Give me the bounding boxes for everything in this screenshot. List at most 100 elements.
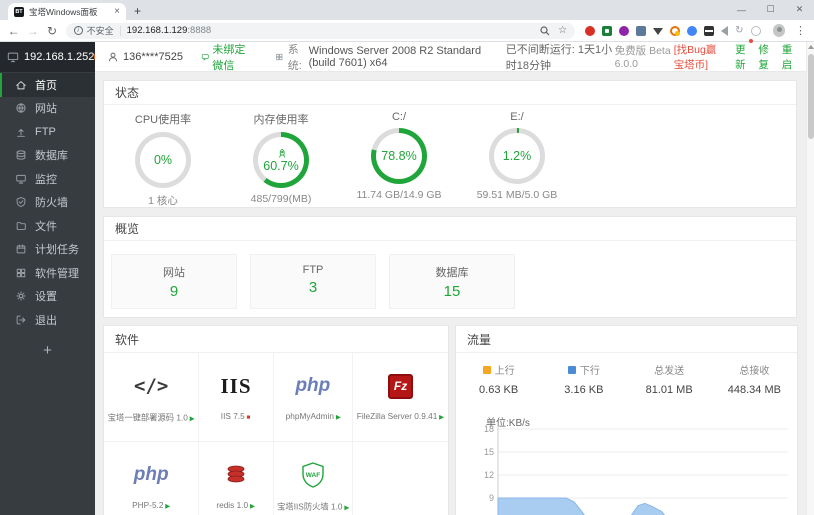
disk-e-ring: 1.2%	[489, 128, 545, 184]
sidebar-item-label: FTP	[35, 125, 56, 138]
sidebar-item-cron[interactable]: 计划任务	[0, 238, 95, 262]
sidebar-item-logout[interactable]: 退出	[0, 308, 95, 332]
stat-value: 448.34 MB	[727, 384, 781, 396]
extension-icon-slate[interactable]	[636, 25, 647, 36]
software-name: IIS 7.5	[221, 411, 246, 421]
legend-swatch-up	[482, 365, 491, 374]
repair-link[interactable]: 修复	[758, 42, 772, 72]
running-icon[interactable]: ▶	[190, 416, 195, 422]
sidebar-item-home[interactable]: 首页	[0, 73, 95, 97]
window-minimize-button[interactable]: —	[727, 0, 756, 19]
tab-close-icon[interactable]: ×	[114, 6, 120, 17]
url-port: :8888	[187, 25, 212, 36]
scrollbar-thumb[interactable]	[808, 54, 814, 139]
extension-icon-gray-arrow[interactable]	[721, 25, 729, 36]
software-name: phpMyAdmin	[285, 411, 334, 421]
sidebar-item-firewall[interactable]: 防火墙	[0, 191, 95, 215]
rocket-icon[interactable]	[276, 148, 287, 159]
bookmark-star-icon[interactable]: ☆	[558, 25, 567, 36]
disk-e-gauge: E:/ 1.2% 59.51 MB/5.0 GB	[458, 111, 576, 208]
software-item-empty	[353, 442, 448, 515]
overview-card: 概览 网站 9 FTP 3 数据库 15	[103, 216, 797, 318]
sidebar-item-label: 设置	[35, 291, 57, 304]
software-item-filezilla[interactable]: Fz FileZilla Server 0.9.41 ▶	[353, 353, 448, 442]
software-item-redis[interactable]: redis 1.0 ▶	[199, 442, 274, 515]
profile-avatar[interactable]	[772, 24, 785, 37]
stopped-icon[interactable]: ■	[247, 414, 251, 420]
traffic-card-title: 流量	[456, 326, 797, 353]
extension-icon-red[interactable]	[585, 25, 596, 36]
sidebar-item-label: 软件管理	[35, 267, 79, 280]
gauge-sub: 11.74 GB/14.9 GB	[356, 189, 442, 201]
sidebar-item-websites[interactable]: 网站	[0, 97, 95, 121]
traffic-stat-total-received: 总接收 448.34 MB	[712, 362, 797, 396]
page-scrollbar[interactable]	[806, 42, 814, 515]
gauge-percent: 60.7%	[263, 158, 299, 173]
wechat-bind-link[interactable]: 未绑定微信	[201, 41, 251, 73]
gauge-label: 内存使用率	[253, 114, 309, 126]
disk-c-gauge: C:/ 78.8% 11.74 GB/14.9 GB	[340, 111, 458, 208]
browser-tab[interactable]: BT 宝塔Windows面板 ×	[8, 3, 126, 20]
sidebar-item-label: 文件	[35, 220, 57, 233]
extension-icon-gray-circle[interactable]	[750, 25, 761, 36]
sidebar-item-monitor[interactable]: 监控	[0, 167, 95, 191]
chat-bubble-icon	[201, 53, 209, 60]
extension-icon-orange-badge[interactable]	[670, 25, 681, 36]
restart-link[interactable]: 重启	[782, 42, 796, 72]
site-favicon: BT	[14, 6, 24, 17]
sidebar-item-ftp[interactable]: FTP	[0, 120, 95, 144]
new-tab-button[interactable]: +	[134, 3, 141, 20]
software-item-iis[interactable]: IIS IIS 7.5 ■	[199, 353, 274, 442]
url-omnibox[interactable]: i 不安全 192.168.1.129 :8888 ☆	[65, 22, 576, 39]
overview-tile-ftp[interactable]: FTP 3	[250, 254, 376, 309]
sidebar-item-software[interactable]: 软件管理	[0, 261, 95, 285]
gauge-label: CPU使用率	[134, 114, 192, 126]
gauge-sub: 1 核心	[148, 195, 178, 207]
software-item-deploy[interactable]: </> 宝塔一键部署源码 1.0 ▶	[104, 353, 200, 442]
running-icon[interactable]: ▶	[439, 414, 444, 420]
traffic-stat-up: 上行 0.63 KB	[456, 362, 541, 396]
scrollbar-up-arrow-icon[interactable]	[808, 45, 814, 49]
forward-icon[interactable]: →	[23, 24, 42, 38]
extension-icon-dark[interactable]	[704, 25, 715, 36]
gauge-sub: 485/799(MB)	[250, 193, 312, 205]
sidebar-item-files[interactable]: 文件	[0, 214, 95, 238]
zoom-icon[interactable]	[540, 25, 550, 36]
extension-icon-blue[interactable]	[687, 25, 698, 36]
sidebar-item-database[interactable]: 数据库	[0, 144, 95, 168]
extension-icon-gray-reload[interactable]: ↻	[735, 25, 743, 36]
running-icon[interactable]: ▶	[250, 503, 255, 509]
cpu-gauge: CPU使用率 0% 1 核心	[104, 111, 222, 208]
traffic-stat-total-sent: 总发送 81.01 MB	[627, 362, 712, 396]
reload-icon[interactable]: ↻	[42, 24, 61, 38]
extension-icon-funnel[interactable]	[653, 28, 664, 35]
sidebar-item-label: 网站	[35, 103, 57, 116]
window-maximize-button[interactable]: ☐	[756, 0, 785, 19]
status-card: 状态 CPU使用率 0% 1 核心 内存使用率 60.7% 485/799(MB…	[103, 80, 797, 208]
overview-tile-websites[interactable]: 网站 9	[111, 254, 237, 309]
running-icon[interactable]: ▶	[335, 414, 340, 420]
uptime-label: 已不间断运行: 1天1小时18分钟	[505, 43, 613, 72]
extension-icon-purple[interactable]	[619, 25, 630, 36]
back-icon[interactable]: ←	[4, 24, 23, 38]
running-icon[interactable]: ▶	[165, 503, 170, 509]
stat-value: 81.01 MB	[645, 384, 693, 396]
software-item-waf[interactable]: WAF 宝塔IIS防火墙 1.0 ▶	[274, 442, 354, 515]
account-user[interactable]: 136****7525	[107, 51, 183, 63]
stat-value: 3.16 KB	[564, 384, 604, 396]
browser-menu-icon[interactable]: ⋮	[795, 24, 806, 37]
sidebar-item-settings[interactable]: 设置	[0, 285, 95, 309]
running-icon[interactable]: ▶	[344, 505, 349, 511]
traffic-card: 流量 上行 0.63 KB 下行 3.16 KB 总发送 81.01 MB 总接…	[455, 325, 798, 515]
software-item-phpmyadmin[interactable]: php phpMyAdmin ▶	[273, 353, 354, 442]
window-close-button[interactable]: ✕	[785, 0, 814, 19]
svg-text:9: 9	[489, 493, 494, 503]
update-link[interactable]: 更新	[735, 38, 754, 72]
server-monitor-icon	[7, 52, 19, 63]
bug-bounty-link[interactable]: [找Bug赢宝塔币]	[674, 42, 726, 72]
sidebar-add-button[interactable]: +	[0, 332, 95, 359]
software-item-php52[interactable]: php PHP-5.2 ▶	[104, 442, 200, 515]
overview-tile-database[interactable]: 数据库 15	[389, 254, 515, 309]
site-info-icon[interactable]: i	[73, 26, 83, 35]
extension-icon-green[interactable]	[602, 25, 613, 36]
